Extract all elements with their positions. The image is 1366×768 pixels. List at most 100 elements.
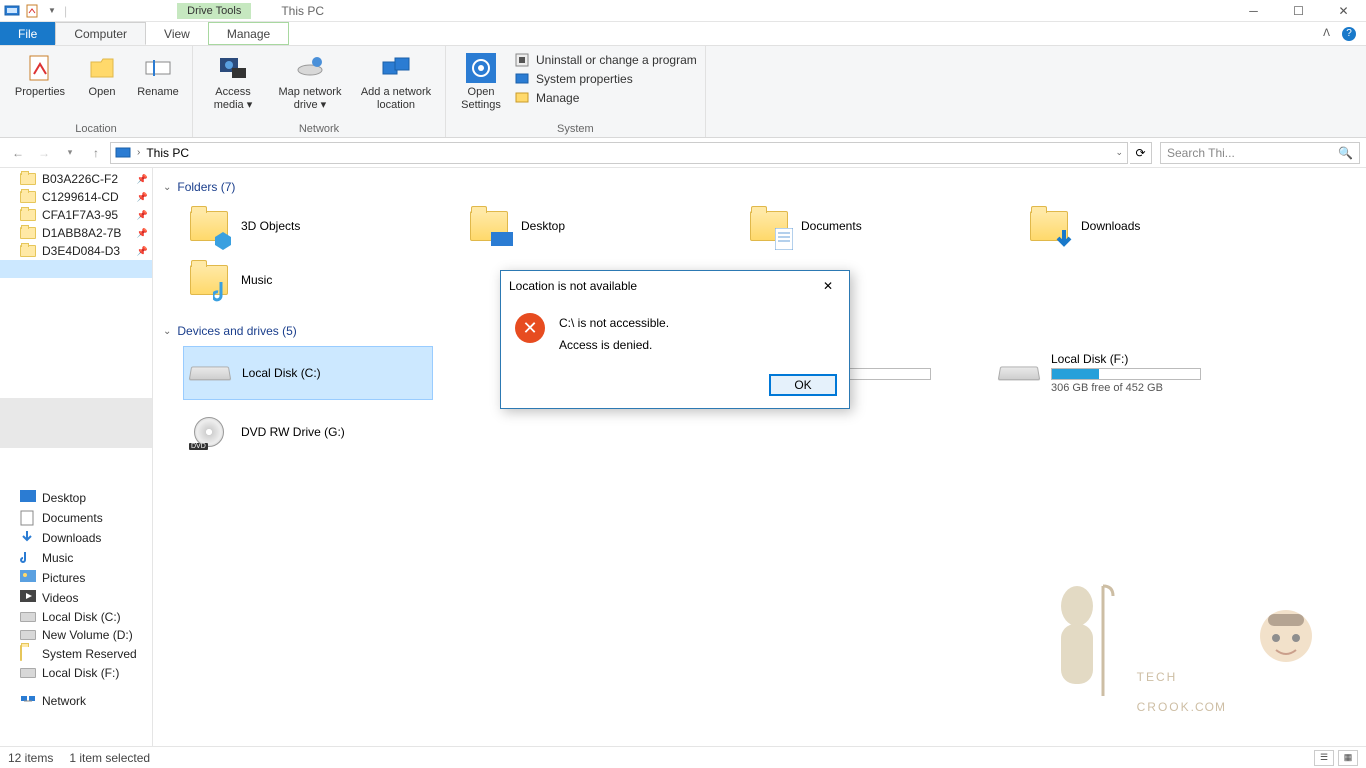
rename-icon xyxy=(142,52,174,84)
map-drive-icon xyxy=(294,52,326,84)
ribbon-group-location: Location xyxy=(8,121,184,135)
drive-icon xyxy=(20,668,36,678)
map-network-drive-button[interactable]: Map network drive ▾ xyxy=(271,50,349,114)
drive-icon xyxy=(20,612,36,622)
breadcrumb-dropdown-icon[interactable]: ⌄ xyxy=(1115,147,1123,158)
network-icon xyxy=(20,695,36,707)
search-input[interactable]: Search Thi... 🔍 xyxy=(1160,142,1360,164)
computer-tab[interactable]: Computer xyxy=(55,22,146,45)
tree-pinned-item[interactable]: C1299614-CD📌 xyxy=(0,188,152,206)
chevron-down-icon: ⌄ xyxy=(163,326,171,337)
tree-network[interactable]: Network xyxy=(0,692,152,710)
tree-pinned-item[interactable]: B03A226C-F2📌 xyxy=(0,170,152,188)
app-icon xyxy=(4,3,20,19)
close-button[interactable]: ✕ xyxy=(1321,0,1366,22)
folders-group-header[interactable]: ⌄ Folders (7) xyxy=(163,176,1356,202)
folder-icon xyxy=(189,206,229,246)
qat-dropdown-icon[interactable]: ▼ xyxy=(44,3,60,19)
tree-item[interactable]: Local Disk (F:) xyxy=(0,664,152,682)
file-tab[interactable]: File xyxy=(0,22,55,45)
tree-item[interactable]: New Volume (D:) xyxy=(0,626,152,644)
minimize-button[interactable]: ─ xyxy=(1231,0,1276,22)
tree-item[interactable]: Downloads xyxy=(0,528,152,548)
manage-icon xyxy=(514,90,530,106)
forward-button[interactable]: → xyxy=(32,141,56,165)
dvd-icon xyxy=(194,417,224,447)
documents-icon xyxy=(20,510,36,526)
folder-icon xyxy=(20,209,36,221)
content-area[interactable]: ⌄ Folders (7) 3D Objects Desktop Documents… xyxy=(153,168,1366,746)
folder-icon xyxy=(469,206,509,246)
desktop-icon xyxy=(20,490,36,506)
ribbon-collapse-icon[interactable]: ᐱ xyxy=(1323,28,1330,39)
tree-pinned-item[interactable]: D1ABB8A2-7B📌 xyxy=(0,224,152,242)
tree-item[interactable]: System Reserved xyxy=(0,644,152,664)
help-icon[interactable]: ? xyxy=(1342,27,1356,41)
back-button[interactable]: ← xyxy=(6,141,30,165)
pin-icon: 📌 xyxy=(137,246,148,257)
dialog-ok-button[interactable]: OK xyxy=(769,374,837,396)
dvd-drive-tile[interactable]: DVD RW Drive (G:) xyxy=(183,410,433,454)
tree-item[interactable]: Videos xyxy=(0,588,152,608)
folder-icon xyxy=(1029,206,1069,246)
open-button[interactable]: Open xyxy=(78,50,126,101)
ribbon-group-network: Network xyxy=(201,121,437,135)
qat-properties-icon[interactable] xyxy=(24,3,40,19)
drive-tile[interactable]: Local Disk (C:) xyxy=(183,346,433,400)
breadcrumb[interactable]: › This PC ⌄ xyxy=(110,142,1128,164)
tiles-view-button[interactable]: ▦ xyxy=(1338,750,1358,766)
settings-gear-icon xyxy=(465,52,497,84)
open-settings-button[interactable]: Open Settings xyxy=(454,50,508,114)
tree-selected-blank[interactable] xyxy=(0,260,152,278)
folder-tile[interactable]: 3D Objects xyxy=(183,202,443,250)
tree-item[interactable]: Documents xyxy=(0,508,152,528)
uninstall-program-button[interactable]: Uninstall or change a program xyxy=(514,52,697,68)
tree-pinned-item[interactable]: CFA1F7A3-95📌 xyxy=(0,206,152,224)
pin-icon: 📌 xyxy=(137,192,148,203)
folder-icon xyxy=(20,191,36,203)
manage-tab[interactable]: Manage xyxy=(208,22,289,45)
videos-icon xyxy=(20,590,36,606)
access-media-button[interactable]: Access media ▾ xyxy=(201,50,265,114)
chevron-right-icon[interactable]: › xyxy=(137,147,140,158)
navigation-tree[interactable]: B03A226C-F2📌C1299614-CD📌CFA1F7A3-95📌D1AB… xyxy=(0,168,153,746)
folder-tile[interactable]: Downloads xyxy=(1023,202,1283,250)
manage-button[interactable]: Manage xyxy=(514,90,697,106)
pictures-icon xyxy=(20,570,36,586)
system-properties-button[interactable]: System properties xyxy=(514,71,697,87)
properties-button[interactable]: Properties xyxy=(8,50,72,101)
pc-icon xyxy=(115,145,131,161)
status-item-count: 12 items xyxy=(8,751,53,765)
capacity-bar xyxy=(1051,368,1201,380)
pin-icon: 📌 xyxy=(137,210,148,221)
refresh-button[interactable]: ⟳ xyxy=(1130,142,1152,164)
maximize-button[interactable]: ☐ xyxy=(1276,0,1321,22)
rename-button[interactable]: Rename xyxy=(132,50,184,101)
tree-pinned-item[interactable]: D3E4D084-D3📌 xyxy=(0,242,152,260)
breadcrumb-location[interactable]: This PC xyxy=(146,146,189,160)
error-dialog: Location is not available ✕ ✕ C:\ is not… xyxy=(500,270,850,409)
open-icon xyxy=(86,52,118,84)
view-tab[interactable]: View xyxy=(146,22,208,45)
downloads-icon xyxy=(20,530,36,546)
tree-item[interactable]: Music xyxy=(0,548,152,568)
pin-icon: 📌 xyxy=(137,174,148,185)
folder-icon xyxy=(20,227,36,239)
folder-icon xyxy=(20,245,36,257)
up-button[interactable]: ↑ xyxy=(84,141,108,165)
system reserved-icon xyxy=(20,646,36,662)
tree-item[interactable]: Desktop xyxy=(0,488,152,508)
properties-icon xyxy=(24,52,56,84)
add-network-location-button[interactable]: Add a network location xyxy=(355,50,437,114)
context-tab-drive-tools[interactable]: Drive Tools xyxy=(177,3,251,19)
dialog-close-button[interactable]: ✕ xyxy=(815,276,841,296)
tree-item[interactable]: Local Disk (C:) xyxy=(0,608,152,626)
folder-tile[interactable]: Desktop xyxy=(463,202,723,250)
drive-tile[interactable]: Local Disk (F:)306 GB free of 452 GB xyxy=(993,346,1243,400)
recent-locations-button[interactable]: ▾ xyxy=(58,141,82,165)
details-view-button[interactable]: ☰ xyxy=(1314,750,1334,766)
folder-tile[interactable]: Music xyxy=(183,256,443,304)
folder-tile[interactable]: Documents xyxy=(743,202,1003,250)
tree-item[interactable]: Pictures xyxy=(0,568,152,588)
add-location-icon xyxy=(380,52,412,84)
